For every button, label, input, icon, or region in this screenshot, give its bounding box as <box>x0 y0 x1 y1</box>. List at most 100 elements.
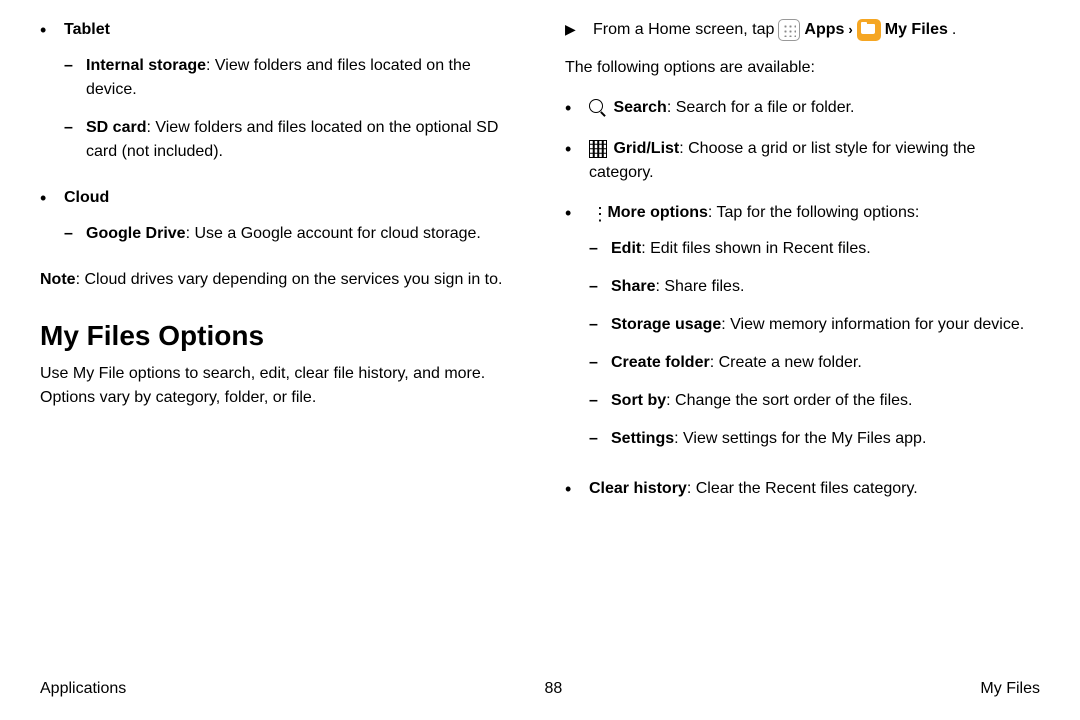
footer-page-number: 88 <box>544 680 562 698</box>
more-options-label: More options <box>607 204 707 221</box>
share-desc: : Share files. <box>655 278 744 295</box>
left-column: • Tablet – Internal storage: View folder… <box>40 18 515 510</box>
apps-label: Apps <box>804 18 844 42</box>
storage-usage-desc: : View memory information for your devic… <box>721 316 1024 333</box>
options-available-text: The following options are available: <box>565 56 1040 80</box>
dash-icon: – <box>589 313 611 337</box>
cloud-note: Note: Cloud drives vary depending on the… <box>40 268 515 292</box>
my-files-folder-icon <box>857 19 881 41</box>
tablet-section-list: • Tablet – Internal storage: View folder… <box>40 18 515 260</box>
clear-history-content: Clear history: Clear the Recent files ca… <box>589 477 1040 502</box>
edit-label: Edit <box>611 240 641 257</box>
more-options-content: More options: Tap for the following opti… <box>589 201 1040 465</box>
search-content: Search: Search for a file or folder. <box>589 96 1040 121</box>
section-intro: Use My File options to search, edit, cle… <box>40 362 515 410</box>
tablet-bullet: • Tablet – Internal storage: View folder… <box>40 18 515 178</box>
dash-icon: – <box>589 237 611 261</box>
gridlist-content: Grid/List: Choose a grid or list style f… <box>589 137 1040 185</box>
storage-usage-content: Storage usage: View memory information f… <box>611 313 1040 337</box>
play-arrow-icon: ▶ <box>565 18 593 42</box>
google-drive-item: – Google Drive: Use a Google account for… <box>64 222 515 246</box>
dash-icon: – <box>589 275 611 299</box>
bullet-dot-icon: • <box>565 201 589 465</box>
from-home-content: From a Home screen, tap Apps › My Files. <box>593 18 1040 42</box>
storage-usage-item: – Storage usage: View memory information… <box>589 313 1040 337</box>
more-options-sublist: – Edit: Edit files shown in Recent files… <box>589 237 1040 451</box>
sd-card-desc: : View folders and files located on the … <box>86 119 498 160</box>
search-option: • Search: Search for a file or folder. <box>565 96 1040 121</box>
clear-history-label: Clear history <box>589 480 687 497</box>
from-home-pre: From a Home screen, tap <box>593 18 774 42</box>
settings-item: – Settings: View settings for the My Fil… <box>589 427 1040 451</box>
sd-card-item: – SD card: View folders and files locate… <box>64 116 515 164</box>
gridlist-option: • Grid/List: Choose a grid or list style… <box>565 137 1040 185</box>
clear-history-option: • Clear history: Clear the Recent files … <box>565 477 1040 502</box>
bullet-dot-icon: • <box>40 18 64 178</box>
dash-icon: – <box>64 222 86 246</box>
settings-label: Settings <box>611 430 674 447</box>
tablet-sublist: – Internal storage: View folders and fil… <box>64 54 515 164</box>
create-folder-content: Create folder: Create a new folder. <box>611 351 1040 375</box>
cloud-sublist: – Google Drive: Use a Google account for… <box>64 222 515 246</box>
sort-by-label: Sort by <box>611 392 666 409</box>
cloud-content: Cloud – Google Drive: Use a Google accou… <box>64 186 515 260</box>
note-label: Note <box>40 271 76 288</box>
dash-icon: – <box>589 351 611 375</box>
search-desc: : Search for a file or folder. <box>667 99 855 116</box>
note-desc: : Cloud drives vary depending on the ser… <box>76 271 503 288</box>
more-options-option: • More options: Tap for the following op… <box>565 201 1040 465</box>
cloud-label: Cloud <box>64 189 109 206</box>
settings-content: Settings: View settings for the My Files… <box>611 427 1040 451</box>
more-vertical-icon <box>589 204 601 222</box>
sd-card-content: SD card: View folders and files located … <box>86 116 515 164</box>
sort-by-item: – Sort by: Change the sort order of the … <box>589 389 1040 413</box>
google-drive-label: Google Drive <box>86 225 186 242</box>
my-files-label: My Files <box>885 18 948 42</box>
bullet-dot-icon: • <box>40 186 64 260</box>
dash-icon: – <box>64 116 86 164</box>
settings-desc: : View settings for the My Files app. <box>674 430 926 447</box>
internal-storage-label: Internal storage <box>86 57 206 74</box>
from-home-step: ▶ From a Home screen, tap Apps › My File… <box>565 18 1040 42</box>
share-content: Share: Share files. <box>611 275 1040 299</box>
grid-icon <box>589 140 607 158</box>
cloud-bullet: • Cloud – Google Drive: Use a Google acc… <box>40 186 515 260</box>
tablet-content: Tablet – Internal storage: View folders … <box>64 18 515 178</box>
footer-right: My Files <box>980 680 1040 698</box>
footer-left: Applications <box>40 680 126 698</box>
sd-card-label: SD card <box>86 119 146 136</box>
clear-history-desc: : Clear the Recent files category. <box>687 480 918 497</box>
google-drive-desc: : Use a Google account for cloud storage… <box>186 225 481 242</box>
section-heading: My Files Options <box>40 320 515 352</box>
right-column: ▶ From a Home screen, tap Apps › My File… <box>565 18 1040 510</box>
period: . <box>952 18 956 42</box>
dash-icon: – <box>64 54 86 102</box>
content-columns: • Tablet – Internal storage: View folder… <box>40 18 1040 510</box>
chevron-right-icon: › <box>848 20 852 40</box>
google-drive-content: Google Drive: Use a Google account for c… <box>86 222 515 246</box>
gridlist-label: Grid/List <box>613 140 679 157</box>
sort-by-content: Sort by: Change the sort order of the fi… <box>611 389 1040 413</box>
tablet-label: Tablet <box>64 21 110 38</box>
share-label: Share <box>611 278 655 295</box>
internal-storage-content: Internal storage: View folders and files… <box>86 54 515 102</box>
edit-item: – Edit: Edit files shown in Recent files… <box>589 237 1040 261</box>
search-label: Search <box>613 99 666 116</box>
internal-storage-item: – Internal storage: View folders and fil… <box>64 54 515 102</box>
options-list: • Search: Search for a file or folder. •… <box>565 96 1040 502</box>
create-folder-label: Create folder <box>611 354 710 371</box>
bullet-dot-icon: • <box>565 137 589 185</box>
create-folder-item: – Create folder: Create a new folder. <box>589 351 1040 375</box>
page-footer: Applications 88 My Files <box>40 680 1040 698</box>
search-icon <box>589 99 607 117</box>
more-options-desc: : Tap for the following options: <box>708 204 919 221</box>
sort-by-desc: : Change the sort order of the files. <box>666 392 912 409</box>
edit-desc: : Edit files shown in Recent files. <box>641 240 870 257</box>
edit-content: Edit: Edit files shown in Recent files. <box>611 237 1040 261</box>
dash-icon: – <box>589 427 611 451</box>
share-item: – Share: Share files. <box>589 275 1040 299</box>
bullet-dot-icon: • <box>565 477 589 502</box>
bullet-dot-icon: • <box>565 96 589 121</box>
apps-grid-icon <box>778 19 800 41</box>
storage-usage-label: Storage usage <box>611 316 721 333</box>
